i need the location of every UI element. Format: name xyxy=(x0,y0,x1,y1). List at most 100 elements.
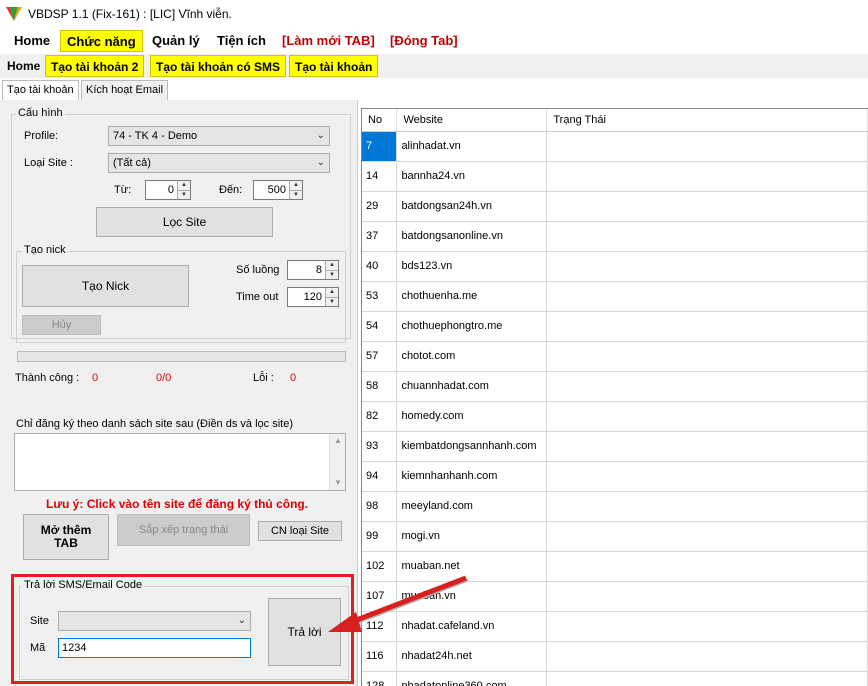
code-label: Mã xyxy=(30,642,46,654)
row-website-cell[interactable]: kiembatdongsannhanh.com xyxy=(396,431,548,462)
site-list-textarea[interactable] xyxy=(14,433,346,491)
profile-select[interactable]: 74 - TK 4 - Demo ⌄ xyxy=(108,126,330,146)
success-label: Thành công : xyxy=(15,372,80,384)
create-nick-button[interactable]: Tạo Nick xyxy=(22,265,189,307)
spin-down-icon[interactable]: ▼ xyxy=(289,190,302,199)
table-row[interactable]: 82 homedy.com xyxy=(362,401,868,432)
table-row[interactable]: 128 nhadatonline360.com xyxy=(362,671,868,686)
table-row[interactable]: 54 chothuephongtro.me xyxy=(362,311,868,342)
row-website-cell[interactable]: meeyland.com xyxy=(396,491,548,522)
chevron-down-icon: ⌄ xyxy=(316,157,325,168)
table-row[interactable]: 58 chuannhadat.com xyxy=(362,371,868,402)
row-website-cell[interactable]: bannha24.vn xyxy=(396,161,548,192)
row-status-cell xyxy=(546,311,868,342)
row-website-cell[interactable]: chuannhadat.com xyxy=(396,371,548,402)
row-status-cell xyxy=(546,191,868,222)
title-bar: VBDSP 1.1 (Fix-161) : [LIC] Vĩnh viễn. xyxy=(0,0,868,28)
from-label: Từ: xyxy=(114,184,132,196)
table-row[interactable]: 7 alinhadat.vn xyxy=(362,131,868,162)
chevron-down-icon: ⌄ xyxy=(316,130,325,141)
reply-site-label: Site xyxy=(30,615,49,627)
reply-group-label: Trả lời SMS/Email Code xyxy=(22,579,145,591)
spin-down-icon[interactable]: ▼ xyxy=(325,270,338,279)
from-stepper[interactable]: 0 ▲ ▼ xyxy=(145,180,191,200)
column-header-status[interactable]: Trạng Thái xyxy=(546,109,868,132)
textarea-scrollbar[interactable]: ▲ ▼ xyxy=(329,434,345,490)
row-website-cell[interactable]: kiemnhanhanh.com xyxy=(396,461,548,492)
row-status-cell xyxy=(546,431,868,462)
tab-create-account[interactable]: Tạo tài khoản xyxy=(289,55,379,77)
table-row[interactable]: 93 kiembatdongsannhanh.com xyxy=(362,431,868,462)
row-website-cell[interactable]: mogi.vn xyxy=(396,521,548,552)
table-row[interactable]: 37 batdongsanonline.vn xyxy=(362,221,868,252)
row-status-cell xyxy=(546,611,868,642)
inner-tab-create-account[interactable]: Tạo tài khoản xyxy=(2,80,79,101)
scroll-down-icon[interactable]: ▼ xyxy=(334,478,342,487)
to-stepper[interactable]: 500 ▲ ▼ xyxy=(253,180,303,200)
cancel-button[interactable]: Hủy xyxy=(22,315,101,335)
tab-home[interactable]: Home xyxy=(2,55,45,77)
menu-utilities[interactable]: Tiện ích xyxy=(211,30,272,52)
table-row[interactable]: 99 mogi.vn xyxy=(362,521,868,552)
row-website-cell[interactable]: chothuephongtro.me xyxy=(396,311,548,342)
tab-create-account-2[interactable]: Tạo tài khoản 2 xyxy=(45,55,145,77)
thread-count-label: Số luồng xyxy=(236,264,280,276)
table-row[interactable]: 14 bannha24.vn xyxy=(362,161,868,192)
table-row[interactable]: 98 meeyland.com xyxy=(362,491,868,522)
spin-up-icon[interactable]: ▲ xyxy=(325,288,338,297)
column-header-website[interactable]: Website xyxy=(396,109,548,132)
progress-bar xyxy=(17,351,346,362)
table-row[interactable]: 53 chothuenha.me xyxy=(362,281,868,312)
menu-close-tab[interactable]: [Đóng Tab] xyxy=(384,30,464,52)
menu-refresh-tab[interactable]: [Làm mới TAB] xyxy=(276,30,381,52)
row-website-cell[interactable]: chotot.com xyxy=(396,341,548,372)
table-row[interactable]: 57 chotot.com xyxy=(362,341,868,372)
menu-manage[interactable]: Quản lý xyxy=(146,30,206,52)
update-site-type-button[interactable]: CN loại Site xyxy=(258,521,342,541)
row-status-cell xyxy=(546,161,868,192)
table-row[interactable]: 29 batdongsan24h.vn xyxy=(362,191,868,222)
profile-value: 74 - TK 4 - Demo xyxy=(113,130,198,142)
site-type-select[interactable]: (Tất cả) ⌄ xyxy=(108,153,330,173)
row-status-cell xyxy=(546,521,868,552)
from-value: 0 xyxy=(167,184,174,196)
row-no-cell: 94 xyxy=(362,461,398,492)
row-website-cell[interactable]: bds123.vn xyxy=(396,251,548,282)
filter-site-button[interactable]: Lọc Site xyxy=(96,207,273,237)
row-website-cell[interactable]: alinhadat.vn xyxy=(396,131,548,162)
scroll-up-icon[interactable]: ▲ xyxy=(334,436,342,445)
row-no-cell: 40 xyxy=(362,251,398,282)
row-status-cell xyxy=(546,491,868,522)
row-status-cell xyxy=(546,221,868,252)
spin-up-icon[interactable]: ▲ xyxy=(177,181,190,190)
code-input[interactable]: 1234 xyxy=(58,638,251,658)
spin-up-icon[interactable]: ▲ xyxy=(325,261,338,270)
spin-down-icon[interactable]: ▼ xyxy=(177,190,190,199)
thread-count-stepper[interactable]: 8 ▲ ▼ xyxy=(287,260,339,280)
row-website-cell[interactable]: batdongsan24h.vn xyxy=(396,191,548,222)
row-website-cell[interactable]: homedy.com xyxy=(396,401,548,432)
site-type-value: (Tất cả) xyxy=(113,157,151,169)
timeout-stepper[interactable]: 120 ▲ ▼ xyxy=(287,287,339,307)
table-row[interactable]: 40 bds123.vn xyxy=(362,251,868,282)
column-header-no[interactable]: No xyxy=(362,109,398,132)
site-type-label: Loại Site : xyxy=(24,157,73,169)
open-tab-button[interactable]: Mở thêm TAB xyxy=(23,514,109,560)
row-status-cell xyxy=(546,641,868,672)
menu-functions[interactable]: Chức năng xyxy=(60,30,143,52)
row-website-cell[interactable]: chothuenha.me xyxy=(396,281,548,312)
spin-up-icon[interactable]: ▲ xyxy=(289,181,302,190)
tab-create-account-sms[interactable]: Tạo tài khoản có SMS xyxy=(150,55,287,77)
spin-down-icon[interactable]: ▼ xyxy=(325,297,338,306)
sort-status-button[interactable]: Sắp xếp trạng thái xyxy=(117,514,250,546)
site-list-label: Chỉ đăng ký theo danh sách site sau (Điề… xyxy=(16,418,293,430)
menu-home[interactable]: Home xyxy=(8,30,56,52)
inner-tab-activate-email[interactable]: Kích hoạt Email xyxy=(81,80,169,100)
row-website-cell[interactable]: nhadatonline360.com xyxy=(396,671,548,686)
table-row[interactable]: 94 kiemnhanhanh.com xyxy=(362,461,868,492)
success-count: 0 xyxy=(92,372,99,384)
reply-site-select[interactable]: ⌄ xyxy=(58,611,251,631)
row-website-cell[interactable]: batdongsanonline.vn xyxy=(396,221,548,252)
row-status-cell xyxy=(546,371,868,402)
row-no-cell: 57 xyxy=(362,341,398,372)
